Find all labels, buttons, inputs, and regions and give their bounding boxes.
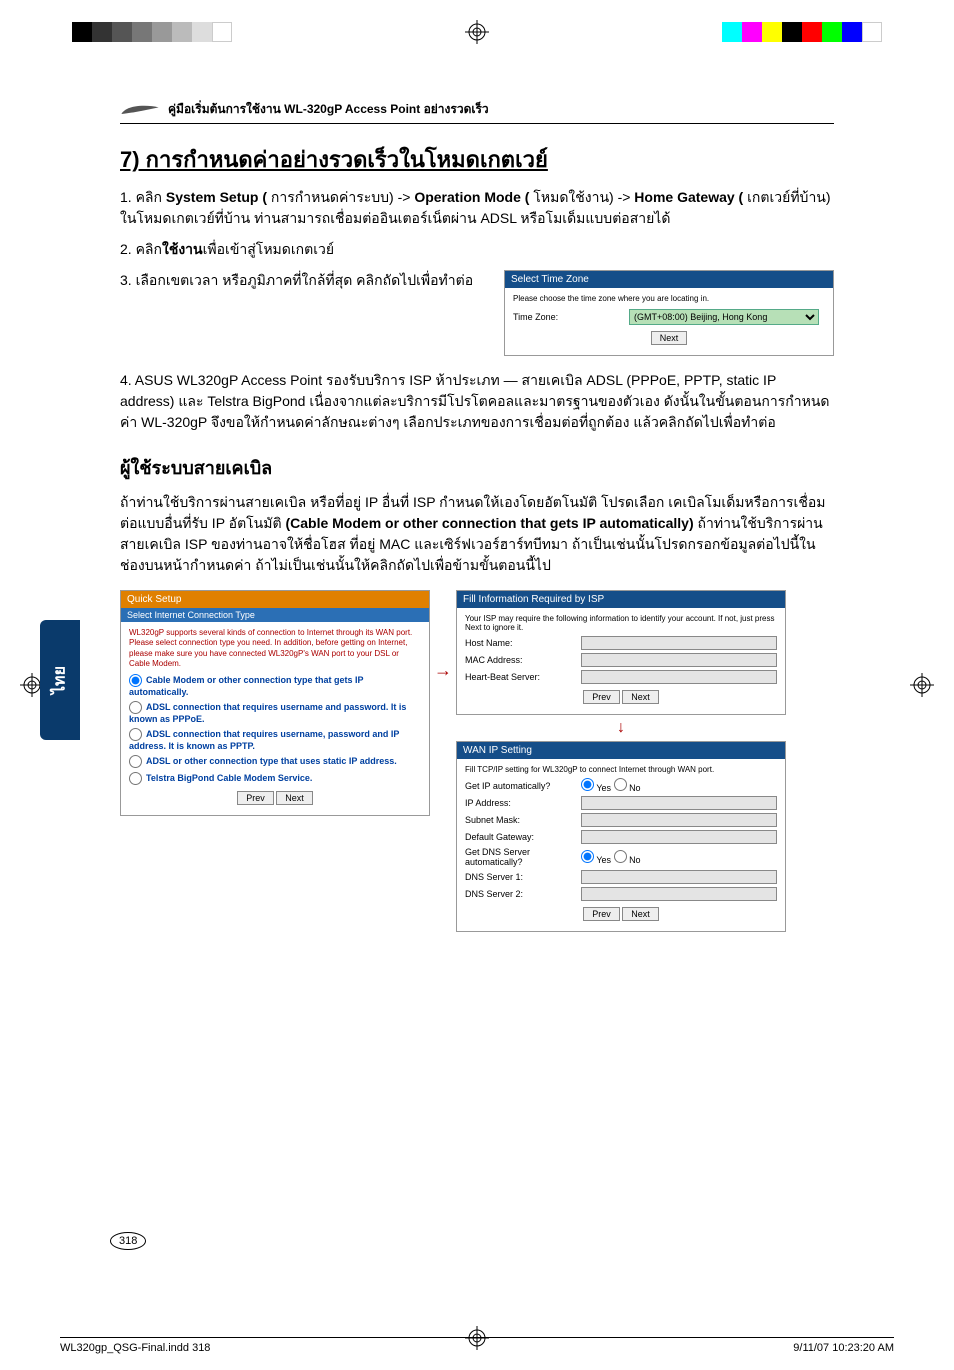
language-tab: ไทย	[40, 620, 80, 740]
color-bar-icon	[72, 22, 232, 42]
footer-timestamp: 9/11/07 10:23:20 AM	[793, 1342, 894, 1354]
connection-type-radio[interactable]	[129, 728, 142, 741]
subnet-mask-input[interactable]	[581, 813, 777, 827]
step-4: 4. ASUS WL320gP Access Point รองรับบริกา…	[120, 370, 834, 433]
feather-icon	[120, 101, 160, 119]
subheading: ผู้ใช้ระบบสายเคเบิล	[120, 453, 834, 482]
cable-paragraph: ถ้าท่านใช้บริการผ่านสายเคเบิล หรือที่อยู…	[120, 492, 834, 576]
next-button[interactable]: Next	[276, 791, 313, 805]
prev-button[interactable]: Prev	[583, 907, 620, 921]
prev-button[interactable]: Prev	[583, 690, 620, 704]
registration-mark-icon	[910, 673, 934, 697]
section-title: 7) การกำหนดค่าอย่างรวดเร็วในโหมดเกตเวย์	[120, 142, 834, 177]
panel-title: Fill Information Required by ISP	[457, 591, 785, 608]
panel-title: Quick Setup	[121, 591, 429, 608]
connection-type-radio[interactable]	[129, 755, 142, 768]
getdns-no-radio[interactable]	[614, 850, 627, 863]
footer-filename: WL320gp_QSG-Final.indd 318	[60, 1342, 210, 1354]
panel-title: WAN IP Setting	[457, 742, 785, 759]
timezone-label: Time Zone:	[513, 312, 623, 322]
color-bar-icon	[722, 22, 882, 42]
print-footer: WL320gp_QSG-Final.indd 318 9/11/07 10:23…	[60, 1337, 894, 1354]
dns2-input[interactable]	[581, 887, 777, 901]
timezone-select[interactable]: (GMT+08:00) Beijing, Hong Kong	[629, 309, 819, 325]
quicksetup-panel: Quick Setup Select Internet Connection T…	[120, 590, 430, 816]
ip-address-input[interactable]	[581, 796, 777, 810]
next-button[interactable]: Next	[651, 331, 688, 345]
panel-instruction: Please choose the time zone where you ar…	[513, 294, 825, 303]
step-1: 1. คลิก System Setup ( การกำหนดค่าระบบ) …	[120, 187, 834, 229]
panel-title: Select Time Zone	[505, 271, 833, 288]
getip-yes-radio[interactable]	[581, 778, 594, 791]
ispinfo-desc: Your ISP may require the following infor…	[465, 614, 777, 632]
next-button[interactable]: Next	[622, 907, 659, 921]
step-3: 3. เลือกเขตเวลา หรือภูมิภาคที่ใกล้ที่สุด…	[120, 270, 484, 291]
prev-button[interactable]: Prev	[237, 791, 274, 805]
wanip-desc: Fill TCP/IP setting for WL320gP to conne…	[465, 765, 777, 774]
arrow-right-icon: →	[434, 660, 452, 681]
mac-address-input[interactable]	[581, 653, 777, 667]
panel-subtitle: Select Internet Connection Type	[121, 608, 429, 622]
page-content: ไทย คู่มือเริ่มต้นการใช้งาน WL-320gP Acc…	[80, 80, 874, 1290]
wanip-panel: WAN IP Setting Fill TCP/IP setting for W…	[456, 741, 786, 932]
connection-type-radio[interactable]	[129, 772, 142, 785]
document-header: คู่มือเริ่มต้นการใช้งาน WL-320gP Access …	[120, 100, 834, 124]
getip-no-radio[interactable]	[614, 778, 627, 791]
registration-mark-icon	[465, 20, 489, 44]
heartbeat-server-input[interactable]	[581, 670, 777, 684]
page-number: 318	[110, 1232, 146, 1250]
connection-type-radio[interactable]	[129, 701, 142, 714]
timezone-panel: Select Time Zone Please choose the time …	[504, 270, 834, 356]
arrow-down-icon: ↓	[456, 723, 786, 733]
default-gateway-input[interactable]	[581, 830, 777, 844]
quicksetup-desc: WL320gP supports several kinds of connec…	[129, 628, 421, 670]
ispinfo-panel: Fill Information Required by ISP Your IS…	[456, 590, 786, 715]
next-button[interactable]: Next	[622, 690, 659, 704]
dns1-input[interactable]	[581, 870, 777, 884]
header-title: คู่มือเริ่มต้นการใช้งาน WL-320gP Access …	[168, 100, 489, 119]
getdns-yes-radio[interactable]	[581, 850, 594, 863]
connection-type-radio[interactable]	[129, 674, 142, 687]
step-2: 2. คลิกใช้งานเพื่อเข้าสู่โหมดเกตเวย์	[120, 239, 834, 260]
host-name-input[interactable]	[581, 636, 777, 650]
